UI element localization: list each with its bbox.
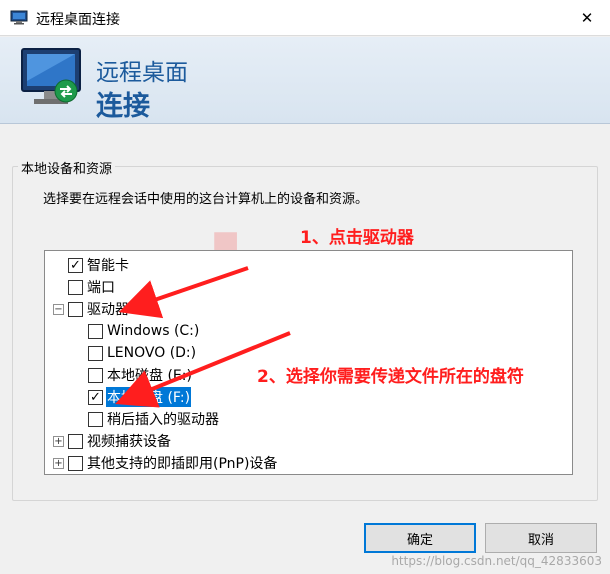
annotation-step2: 2、选择你需要传递文件所在的盘符 xyxy=(257,367,524,387)
drives-checkbox[interactable] xyxy=(68,301,83,317)
drives-expander-minus-icon[interactable]: − xyxy=(53,304,64,315)
remote-desktop-icon xyxy=(21,48,81,104)
smartcard-label: 智能卡 xyxy=(87,258,129,274)
close-icon: ✕ xyxy=(580,9,594,27)
group-label: 本地设备和资源 xyxy=(18,158,116,177)
ok-button[interactable]: 确定 xyxy=(364,523,476,553)
tree-item-video[interactable]: 视频捕获设备 xyxy=(68,431,172,451)
drives-label: 驱动器 xyxy=(87,302,129,318)
drive-f-checkbox[interactable] xyxy=(88,389,103,405)
pnp-expander-plus-icon[interactable]: + xyxy=(53,458,64,469)
smartcard-checkbox[interactable] xyxy=(68,257,83,273)
drive-f-label: 本地磁盘 (F:) xyxy=(106,387,192,407)
tree-item-drive-f[interactable]: 本地磁盘 (F:) xyxy=(88,387,192,407)
tree-item-later-drives[interactable]: 稍后插入的驱动器 xyxy=(88,409,220,429)
pnp-label: 其他支持的即插即用(PnP)设备 xyxy=(87,456,278,472)
drive-c-label: Windows (C:) xyxy=(107,323,200,339)
banner-title-line2: 连接 xyxy=(96,91,150,122)
drive-c-checkbox[interactable] xyxy=(88,323,103,339)
later-drives-label: 稍后插入的驱动器 xyxy=(107,412,219,428)
ports-checkbox[interactable] xyxy=(68,279,83,295)
close-button[interactable]: ✕ xyxy=(564,0,610,36)
tree-item-drive-d[interactable]: LENOVO (D:) xyxy=(88,343,197,363)
video-label: 视频捕获设备 xyxy=(87,434,171,450)
instruction-text: 选择要在远程会话中使用的这台计算机上的设备和资源。 xyxy=(43,192,369,207)
later-drives-checkbox[interactable] xyxy=(88,411,103,427)
header-banner: 远程桌面 连接 xyxy=(0,37,610,124)
tree-item-smartcard[interactable]: 智能卡 xyxy=(68,255,130,275)
remote-desktop-icon xyxy=(10,10,28,25)
tree-item-ports[interactable]: 端口 xyxy=(68,277,116,297)
pnp-checkbox[interactable] xyxy=(68,455,83,471)
ports-label: 端口 xyxy=(87,280,115,296)
video-expander-plus-icon[interactable]: + xyxy=(53,436,64,447)
title-bar: 远程桌面连接 ✕ xyxy=(0,0,610,36)
drive-e-checkbox[interactable] xyxy=(88,367,103,383)
tree-item-drive-c[interactable]: Windows (C:) xyxy=(88,321,200,341)
drive-d-label: LENOVO (D:) xyxy=(107,345,197,361)
tree-item-drives[interactable]: 驱动器 xyxy=(68,299,130,319)
tree-item-pnp[interactable]: 其他支持的即插即用(PnP)设备 xyxy=(68,453,278,473)
banner-title-line1: 远程桌面 xyxy=(96,60,188,86)
drive-d-checkbox[interactable] xyxy=(88,345,103,361)
tree-item-drive-e[interactable]: 本地磁盘 (E:) xyxy=(88,365,193,385)
drive-e-label: 本地磁盘 (E:) xyxy=(107,368,192,384)
source-watermark: https://blog.csdn.net/qq_42833603 xyxy=(391,554,602,568)
video-checkbox[interactable] xyxy=(68,433,83,449)
cancel-button[interactable]: 取消 xyxy=(485,523,597,553)
annotation-step1: 1、点击驱动器 xyxy=(300,228,414,248)
window-title: 远程桌面连接 xyxy=(36,12,120,28)
